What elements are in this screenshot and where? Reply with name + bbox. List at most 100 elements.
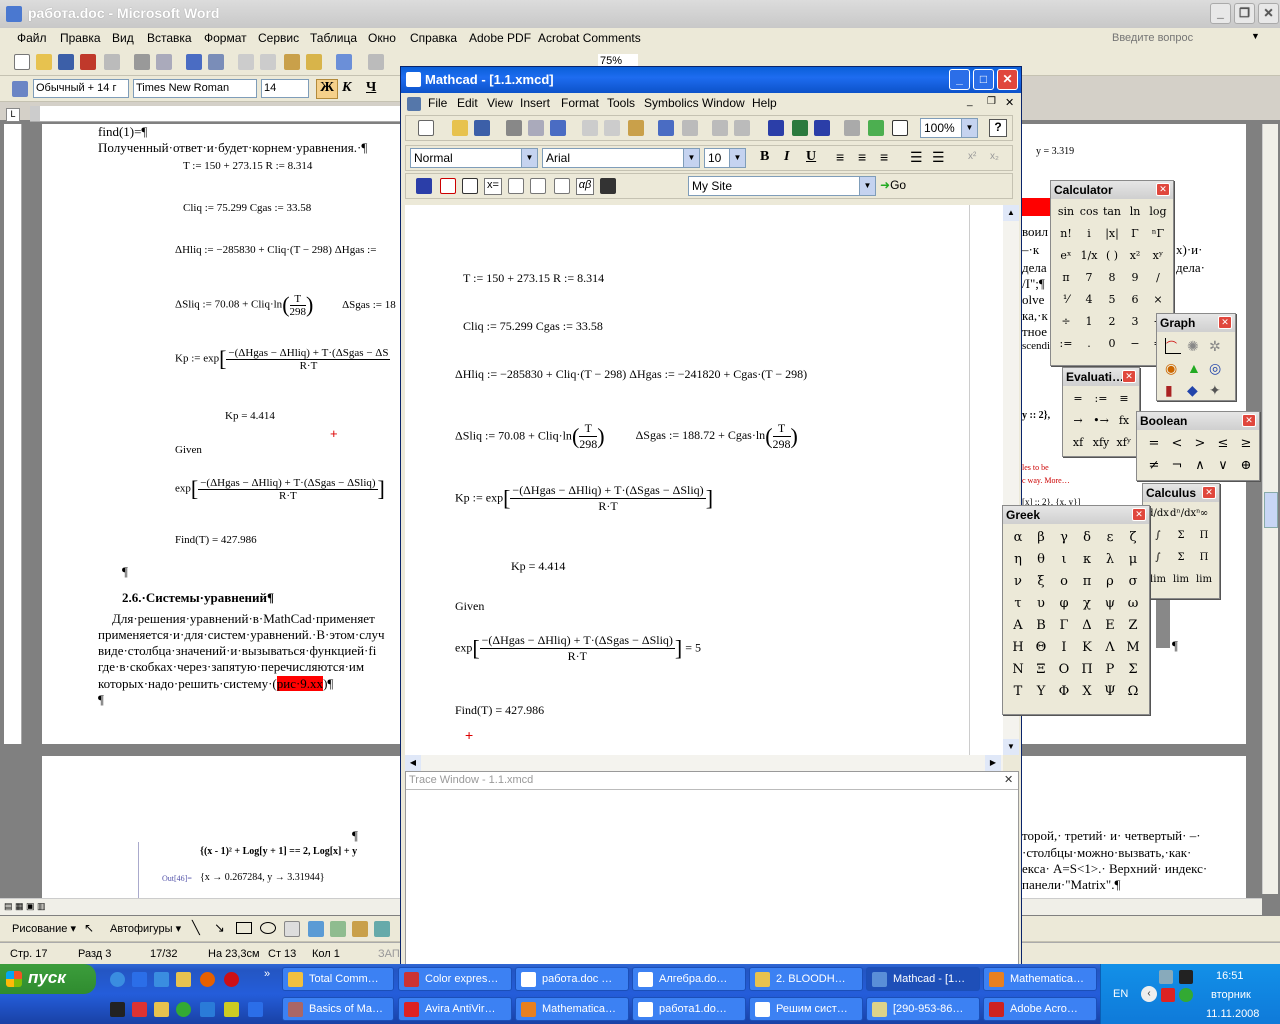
mc-font-select[interactable]: Arial ▼: [542, 148, 700, 168]
bullets-icon[interactable]: ☰: [910, 149, 923, 166]
greek-key[interactable]: Κ: [1076, 640, 1098, 655]
calculator-key[interactable]: 9: [1124, 271, 1146, 284]
mc-menu-file[interactable]: File: [428, 96, 447, 110]
menu-insert[interactable]: Вставка: [147, 31, 192, 45]
greek-key[interactable]: ζ: [1122, 530, 1144, 545]
menu-service[interactable]: Сервис: [258, 31, 299, 45]
symbolic-toolbar-icon[interactable]: [600, 178, 616, 194]
boolean-key[interactable]: ¬: [1166, 458, 1188, 473]
matrix-toolbar-icon[interactable]: [462, 178, 478, 194]
quicklaunch-app7-icon[interactable]: [154, 1002, 169, 1017]
greek-key[interactable]: ω: [1122, 596, 1144, 611]
scroll-left-icon[interactable]: ◀: [405, 755, 421, 771]
quicklaunch-app9-icon[interactable]: [200, 1002, 215, 1017]
evaluation-key[interactable]: ≡: [1113, 392, 1135, 405]
calculus-key[interactable]: Σ: [1170, 552, 1192, 563]
vertical-scrollbar[interactable]: [1262, 124, 1278, 894]
mc-save-icon[interactable]: [474, 120, 490, 136]
align-left-icon[interactable]: ≡: [836, 149, 844, 165]
calculator-key[interactable]: tan: [1101, 205, 1123, 218]
mc-eq-kp[interactable]: Kp := exp[−(ΔHgas − ΔHliq) + T·(ΔSgas − …: [455, 483, 713, 514]
calculus-key[interactable]: d/dx: [1147, 508, 1169, 519]
evaluation-key[interactable]: xfy: [1090, 436, 1112, 449]
style-select[interactable]: Обычный + 14 г: [33, 79, 129, 98]
calculator-key[interactable]: log: [1147, 205, 1169, 218]
calculator-key[interactable]: cos: [1078, 205, 1100, 218]
view-buttons[interactable]: ▤ ▦ ▣ ▥: [4, 901, 84, 914]
greek-key[interactable]: Φ: [1053, 684, 1075, 699]
calculator-key[interactable]: eˣ: [1055, 249, 1077, 262]
calculus-key[interactable]: Σ: [1170, 530, 1192, 541]
evaluation-key[interactable]: :=: [1090, 392, 1112, 405]
mathcad-maximize-button[interactable]: □: [973, 69, 994, 90]
calculator-key[interactable]: −: [1124, 337, 1146, 350]
italic-button[interactable]: К: [342, 80, 352, 96]
permission-icon[interactable]: [80, 54, 96, 70]
boolean-key[interactable]: ≠: [1143, 458, 1165, 473]
quicklaunch-ie-icon[interactable]: [110, 972, 125, 987]
quicklaunch-app4-icon[interactable]: [176, 972, 191, 987]
greek-key[interactable]: Ο: [1053, 662, 1075, 677]
quicklaunch-app6-icon[interactable]: [132, 1002, 147, 1017]
task-avira[interactable]: Avira AntiVir…: [398, 997, 512, 1021]
calculator-key[interactable]: n!: [1055, 227, 1077, 240]
format-painter-icon[interactable]: [306, 54, 322, 70]
mc-eq-kp-result[interactable]: Kp = 4.414: [511, 559, 565, 574]
boolean-key[interactable]: ⊕: [1235, 458, 1257, 473]
task-290-953[interactable]: [290-953-86…: [866, 997, 980, 1021]
quicklaunch-app2-icon[interactable]: [132, 972, 147, 987]
mc-insert-component-icon[interactable]: [844, 120, 860, 136]
task-rabota1-doc[interactable]: работа1.do…: [632, 997, 746, 1021]
calculator-key[interactable]: 8: [1101, 271, 1123, 284]
quicklaunch-app5-icon[interactable]: [110, 1002, 125, 1017]
evaluation-key[interactable]: xfʸ: [1113, 436, 1135, 449]
calculus-toolbar-icon[interactable]: [508, 178, 524, 194]
calculator-key[interactable]: 1: [1078, 315, 1100, 328]
boolean-key[interactable]: >: [1189, 436, 1211, 451]
greek-key[interactable]: Τ: [1007, 684, 1029, 699]
redo-icon[interactable]: [368, 54, 384, 70]
trace-close-icon[interactable]: ✕: [1004, 773, 1013, 786]
mc-function-icon[interactable]: [768, 120, 784, 136]
greek-key[interactable]: β: [1030, 530, 1052, 545]
task-reshim-sist[interactable]: Решим сист…: [749, 997, 863, 1021]
quicklaunch-app10-icon[interactable]: [224, 1002, 239, 1017]
evaluation-key[interactable]: •→: [1090, 414, 1112, 427]
subscript-icon[interactable]: x₂: [990, 151, 999, 162]
select-objects-icon[interactable]: ↖: [84, 921, 94, 935]
scroll-down-icon[interactable]: ▼: [1003, 739, 1019, 755]
mc-horizontal-scrollbar[interactable]: ◀ ▶: [405, 755, 1003, 771]
mc-calculate-icon[interactable]: [814, 120, 830, 136]
polar-plot-icon[interactable]: ✺: [1187, 338, 1199, 355]
print-icon[interactable]: [134, 54, 150, 70]
mc-eq-sliq-sgas[interactable]: ΔSliq := 70.08 + Cliq·ln(T 298) ΔSgas := …: [455, 421, 798, 452]
mc-menu-window[interactable]: Window: [702, 96, 745, 110]
graph-toolbar-icon[interactable]: [440, 178, 456, 194]
greek-key[interactable]: ξ: [1030, 574, 1052, 589]
mc-eq-t-r[interactable]: T := 150 + 273.15 R := 8.314: [463, 271, 604, 286]
calculator-key[interactable]: sin: [1055, 205, 1077, 218]
contour-plot-icon[interactable]: ◉: [1165, 360, 1177, 377]
task-basics-of-ma[interactable]: Basics of Ma…: [282, 997, 394, 1021]
calculator-key[interactable]: 2: [1101, 315, 1123, 328]
autoshapes-menu[interactable]: Автофигуры ▾: [110, 922, 181, 935]
greek-key[interactable]: ι: [1053, 552, 1075, 567]
tray-security-icon[interactable]: [1179, 988, 1193, 1002]
menu-adobe-pdf[interactable]: Adobe PDF: [469, 31, 531, 45]
start-button[interactable]: пуск: [0, 964, 96, 994]
boolean-key[interactable]: =: [1143, 436, 1165, 451]
calculus-key[interactable]: lim: [1170, 574, 1192, 585]
mc-doc-min[interactable]: _: [967, 96, 973, 107]
calculator-key[interactable]: ⅟: [1055, 293, 1077, 306]
calculus-key[interactable]: Π: [1193, 530, 1215, 541]
greek-key[interactable]: λ: [1099, 552, 1121, 567]
evaluation-key[interactable]: =: [1067, 392, 1089, 405]
close-icon[interactable]: ✕: [1156, 183, 1170, 196]
patch-plot-icon[interactable]: ◆: [1187, 382, 1198, 399]
rectangle-icon[interactable]: [236, 922, 252, 934]
calculator-key[interactable]: Γ: [1124, 227, 1146, 240]
oval-icon[interactable]: [260, 922, 276, 934]
greek-key[interactable]: υ: [1030, 596, 1052, 611]
greek-key[interactable]: Μ: [1122, 640, 1144, 655]
greek-key[interactable]: σ: [1122, 574, 1144, 589]
